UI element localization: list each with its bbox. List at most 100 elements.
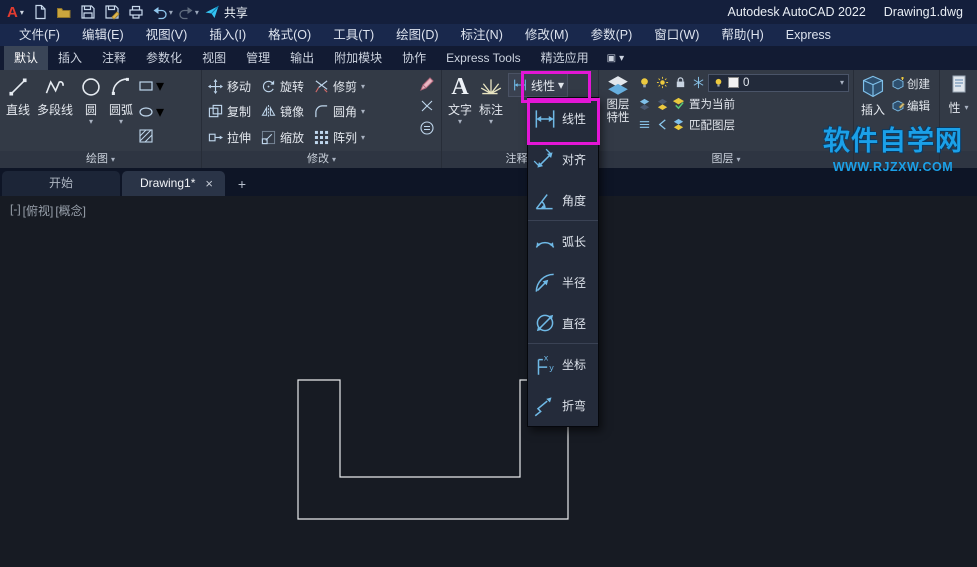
dropdown-item-diameter[interactable]: 直径: [528, 303, 598, 344]
fillet-tool-button[interactable]: 圆角 ▾: [314, 99, 365, 124]
layer-thaw-icon[interactable]: [690, 75, 706, 91]
ribbon-tab-parametric[interactable]: 参数化: [136, 46, 192, 70]
file-tab-drawing1[interactable]: Drawing1* ×: [122, 171, 225, 196]
draw-panel-title[interactable]: 绘图 ▾: [0, 151, 201, 168]
chevron-down-icon[interactable]: ▾: [119, 118, 123, 126]
move-tool-button[interactable]: 移动: [208, 74, 251, 99]
properties-partial-label[interactable]: 性 ▾: [948, 99, 968, 116]
match-layer-button[interactable]: 匹配图层: [672, 117, 735, 133]
chevron-down-icon[interactable]: ▾: [89, 118, 93, 126]
menu-help[interactable]: 帮助(H): [710, 24, 774, 46]
modify-more-button[interactable]: [419, 120, 435, 136]
layer-unisolate-icon[interactable]: [654, 96, 670, 112]
ribbon-tab-express[interactable]: Express Tools: [436, 46, 530, 70]
share-button[interactable]: 共享: [204, 4, 248, 21]
ribbon-tab-view[interactable]: 视图: [192, 46, 236, 70]
layer-lock-icon[interactable]: [672, 75, 688, 91]
layer-off-icon[interactable]: [636, 75, 652, 91]
rectangle-tool-button[interactable]: ▾: [138, 76, 164, 96]
layer-prev-icon[interactable]: [654, 117, 670, 133]
ribbon-tab-output[interactable]: 输出: [280, 46, 324, 70]
layer-select[interactable]: 0 ▾: [708, 73, 849, 92]
dropdown-item-ordinate[interactable]: xy 坐标: [528, 344, 598, 385]
polyline-tool-button[interactable]: 多段线: [35, 73, 75, 151]
trim-icon: [315, 80, 328, 93]
line-tool-button[interactable]: 直线: [4, 73, 32, 151]
chevron-down-icon[interactable]: ▾: [361, 82, 365, 91]
menu-insert[interactable]: 插入(I): [198, 24, 257, 46]
arc-tool-button[interactable]: 圆弧 ▾: [107, 73, 135, 151]
array-tool-button[interactable]: 阵列 ▾: [314, 125, 365, 150]
save-button[interactable]: [76, 1, 100, 23]
scale-tool-button[interactable]: 缩放: [261, 125, 304, 150]
rotate-tool-button[interactable]: 旋转: [261, 74, 304, 99]
block-panel-title[interactable]: [854, 151, 939, 168]
chevron-down-icon[interactable]: ▾: [361, 133, 365, 142]
hatch-tool-button[interactable]: [138, 128, 164, 144]
undo-history-caret[interactable]: ▾: [169, 8, 173, 17]
chevron-down-icon[interactable]: ▾: [489, 118, 493, 126]
new-file-button[interactable]: [28, 1, 52, 23]
set-current-layer-button[interactable]: 置为当前: [672, 96, 735, 112]
chevron-down-icon[interactable]: ▾: [361, 107, 365, 116]
explode-tool-button[interactable]: [419, 98, 435, 114]
ribbon-tab-featured[interactable]: 精选应用: [531, 46, 599, 70]
ellipse-tool-button[interactable]: ▾: [138, 102, 164, 122]
edit-block-button[interactable]: 编辑: [891, 98, 930, 114]
dropdown-item-arc-length[interactable]: 弧长: [528, 221, 598, 262]
copy-tool-button[interactable]: 复制: [208, 99, 251, 124]
dropdown-item-angular[interactable]: 角度: [528, 180, 598, 221]
dropdown-item-linear[interactable]: 线性: [528, 98, 598, 139]
layer-properties-button[interactable]: 图层特性: [603, 73, 633, 151]
dropdown-item-aligned[interactable]: 对齐: [528, 139, 598, 180]
menu-modify[interactable]: 修改(M): [514, 24, 580, 46]
ribbon-tab-manage[interactable]: 管理: [236, 46, 280, 70]
plot-button[interactable]: [124, 1, 148, 23]
trim-tool-button[interactable]: 修剪 ▾: [314, 74, 365, 99]
dropdown-item-jogged[interactable]: 折弯: [528, 385, 598, 426]
mirror-tool-button[interactable]: 镜像: [261, 99, 304, 124]
app-menu-button[interactable]: A ▾: [0, 4, 28, 21]
erase-tool-button[interactable]: [419, 76, 435, 92]
ribbon-tab-insert[interactable]: 插入: [48, 46, 92, 70]
ribbon-display-toggle[interactable]: ▣ ▾: [599, 46, 632, 70]
menu-format[interactable]: 格式(O): [257, 24, 322, 46]
menu-edit[interactable]: 编辑(E): [71, 24, 135, 46]
stretch-tool-button[interactable]: 拉伸: [208, 125, 251, 150]
close-icon[interactable]: ×: [205, 171, 213, 196]
open-file-button[interactable]: [52, 1, 76, 23]
drawing-canvas[interactable]: [-] [俯视] [概念]: [0, 196, 977, 567]
menu-tools[interactable]: 工具(T): [322, 24, 385, 46]
layers-panel-title[interactable]: 图层 ▾: [599, 151, 853, 168]
ribbon-tab-collaborate[interactable]: 协作: [392, 46, 436, 70]
ribbon-tab-home[interactable]: 默认: [4, 46, 49, 70]
layer-isolate-icon[interactable]: [636, 96, 652, 112]
ribbon-tab-addins[interactable]: 附加模块: [324, 46, 392, 70]
menu-view[interactable]: 视图(V): [135, 24, 199, 46]
file-tab-start[interactable]: 开始: [2, 171, 120, 196]
dropdown-item-radius[interactable]: 半径: [528, 262, 598, 303]
text-tool-button[interactable]: A 文字 ▾: [446, 73, 474, 151]
menu-window[interactable]: 窗口(W): [643, 24, 710, 46]
dimension-tool-button[interactable]: 标注 ▾: [477, 73, 505, 151]
ribbon-tab-annotate[interactable]: 注释: [92, 46, 136, 70]
save-as-button[interactable]: [100, 1, 124, 23]
new-drawing-button[interactable]: +: [231, 174, 253, 194]
linear-dimension-button[interactable]: 线性 ▾: [508, 73, 569, 97]
layer-walk-icon[interactable]: [636, 117, 652, 133]
menu-express[interactable]: Express: [775, 24, 842, 46]
properties-icon[interactable]: [949, 73, 969, 95]
modify-panel-title[interactable]: 修改 ▾: [202, 151, 441, 168]
properties-panel-title[interactable]: [940, 151, 977, 168]
chevron-down-icon[interactable]: ▾: [458, 118, 462, 126]
layer-freeze-icon[interactable]: [654, 75, 670, 91]
menu-dimension[interactable]: 标注(N): [450, 24, 514, 46]
insert-block-button[interactable]: 插入: [858, 73, 888, 151]
menu-draw[interactable]: 绘图(D): [385, 24, 449, 46]
circle-tool-button[interactable]: 圆 ▾: [78, 73, 104, 151]
menu-parametric[interactable]: 参数(P): [580, 24, 644, 46]
menu-file[interactable]: 文件(F): [8, 24, 71, 46]
chevron-down-icon[interactable]: ▾: [558, 78, 564, 92]
create-block-button[interactable]: 创建: [891, 76, 930, 92]
redo-history-caret[interactable]: ▾: [195, 8, 199, 17]
